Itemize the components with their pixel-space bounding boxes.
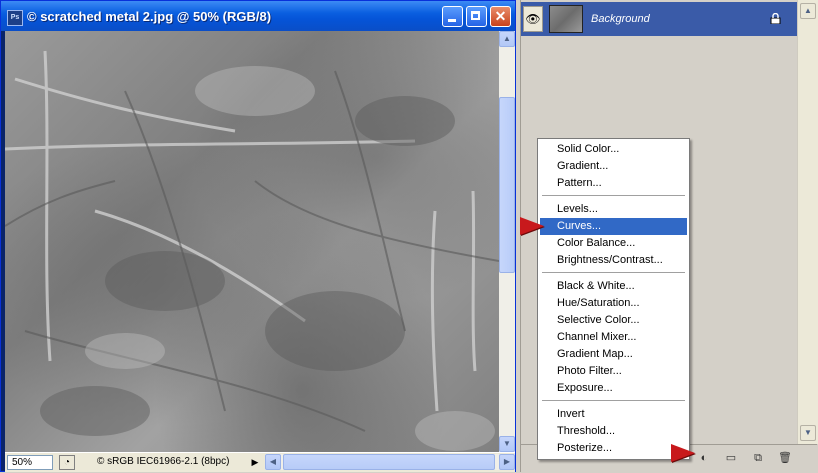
horizontal-scrollbar[interactable]: ◀ ▶: [265, 454, 515, 470]
menu-separator: [542, 272, 685, 273]
adjustment-layer-icon[interactable]: ◐: [697, 451, 711, 465]
menu-item-black-white[interactable]: Black & White...: [540, 278, 687, 295]
status-menu-arrow-icon[interactable]: ▶: [249, 455, 261, 470]
menu-item-selective-color[interactable]: Selective Color...: [540, 312, 687, 329]
scratched-metal-image: [5, 50, 499, 451]
annotation-arrow-curves: [520, 217, 544, 235]
menu-item-threshold[interactable]: Threshold...: [540, 423, 687, 440]
document-window: Ps © scratched metal 2.jpg @ 50% (RGB/8)…: [0, 0, 516, 472]
menu-item-levels[interactable]: Levels...: [540, 201, 687, 218]
color-profile-text: © sRGB IEC61966-2.1 (8bpc): [97, 456, 230, 467]
trash-icon[interactable]: 🗑: [778, 451, 792, 465]
lock-icon: [770, 12, 782, 25]
horizontal-scroll-thumb[interactable]: [283, 454, 495, 470]
adjustment-layer-menu: Solid Color... Gradient... Pattern... Le…: [537, 138, 690, 460]
layers-scroll-down-button[interactable]: ▼: [800, 425, 816, 441]
menu-item-posterize[interactable]: Posterize...: [540, 440, 687, 457]
menu-item-exposure[interactable]: Exposure...: [540, 380, 687, 397]
menu-separator: [542, 400, 685, 401]
layers-scrollbar[interactable]: ▲ ▼: [797, 0, 818, 444]
menu-item-gradient[interactable]: Gradient...: [540, 158, 687, 175]
eye-icon[interactable]: 👁: [523, 6, 543, 32]
document-title: © scratched metal 2.jpg @ 50% (RGB/8): [27, 9, 272, 24]
menu-item-color-balance[interactable]: Color Balance...: [540, 235, 687, 252]
document-title-bar[interactable]: Ps © scratched metal 2.jpg @ 50% (RGB/8)…: [1, 1, 515, 31]
minimize-button[interactable]: [442, 6, 463, 27]
status-bar: 50% ◔ © sRGB IEC61966-2.1 (8bpc) ▶ ◀ ▶: [5, 452, 515, 472]
folder-icon[interactable]: ▭: [724, 451, 738, 465]
maximize-button[interactable]: [466, 6, 487, 27]
menu-item-curves[interactable]: Curves...: [540, 218, 687, 235]
menu-separator: [542, 195, 685, 196]
layers-scroll-up-button[interactable]: ▲: [800, 3, 816, 19]
close-button[interactable]: ✕: [490, 6, 511, 27]
menu-item-invert[interactable]: Invert: [540, 406, 687, 423]
scroll-right-button[interactable]: ▶: [499, 454, 515, 470]
layer-name: Background: [591, 13, 650, 25]
menu-item-photo-filter[interactable]: Photo Filter...: [540, 363, 687, 380]
menu-item-brightness-contrast[interactable]: Brightness/Contrast...: [540, 252, 687, 269]
vertical-scrollbar[interactable]: ▲ ▼: [499, 31, 515, 452]
scroll-left-button[interactable]: ◀: [265, 454, 281, 470]
layer-thumbnail: [549, 5, 583, 33]
close-icon: ✕: [494, 8, 507, 24]
photoshop-app-icon: Ps: [7, 10, 23, 26]
status-info-icon[interactable]: ◔: [59, 455, 75, 470]
layer-row-background[interactable]: 👁 Background: [521, 2, 797, 36]
scroll-down-button[interactable]: ▼: [499, 436, 515, 452]
menu-item-pattern[interactable]: Pattern...: [540, 175, 687, 192]
new-layer-icon[interactable]: ⧉: [751, 451, 765, 465]
menu-item-hue-saturation[interactable]: Hue/Saturation...: [540, 295, 687, 312]
menu-item-gradient-map[interactable]: Gradient Map...: [540, 346, 687, 363]
annotation-arrow-adjustment-button: [671, 444, 695, 462]
menu-item-channel-mixer[interactable]: Channel Mixer...: [540, 329, 687, 346]
menu-item-solid-color[interactable]: Solid Color...: [540, 141, 687, 158]
scroll-up-button[interactable]: ▲: [499, 31, 515, 47]
zoom-field[interactable]: 50%: [7, 455, 53, 470]
vertical-scroll-thumb[interactable]: [499, 97, 515, 273]
image-canvas[interactable]: [5, 31, 499, 452]
